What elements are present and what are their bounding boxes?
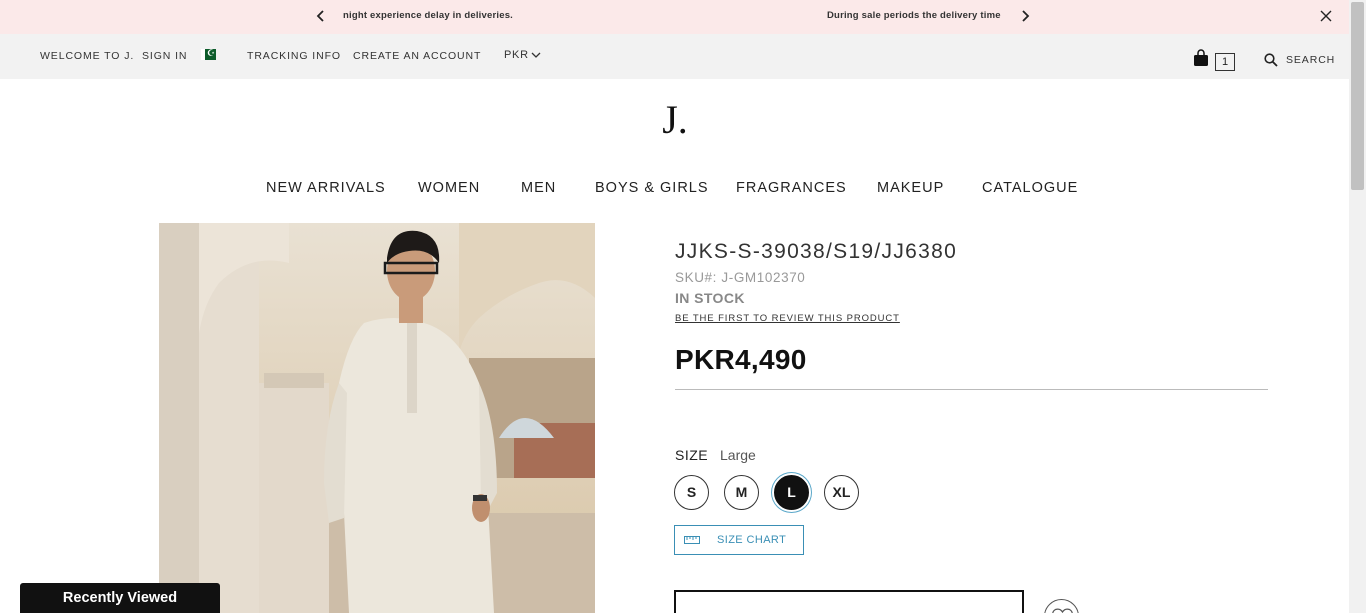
tracking-info-link[interactable]: TRACKING INFO: [247, 50, 341, 62]
nav-makeup[interactable]: MAKEUP: [877, 180, 944, 196]
page-scrollbar[interactable]: [1349, 0, 1366, 613]
size-option-m[interactable]: M: [724, 475, 759, 510]
add-to-cart-button[interactable]: [674, 590, 1024, 613]
product-sku: SKU#: J-GM102370: [675, 270, 806, 285]
stock-status: IN STOCK: [675, 290, 745, 306]
close-announcement-button[interactable]: [1318, 8, 1334, 24]
nav-boys-girls[interactable]: BOYS & GIRLS: [595, 180, 709, 196]
nav-men[interactable]: MEN: [521, 180, 556, 196]
currency-selector[interactable]: PKR: [504, 49, 541, 61]
next-announcement-button[interactable]: [1017, 6, 1033, 26]
product-price: PKR4,490: [675, 344, 807, 375]
ruler-icon: [684, 536, 700, 544]
chevron-down-icon: [531, 52, 541, 59]
write-review-link[interactable]: BE THE FIRST TO REVIEW THIS PRODUCT: [675, 313, 900, 324]
prev-announcement-button[interactable]: [313, 6, 329, 26]
selected-size-value: Large: [720, 447, 756, 463]
nav-women[interactable]: WOMEN: [418, 180, 480, 196]
brand-logo[interactable]: J.: [652, 96, 698, 144]
top-links-bar: WELCOME TO J. SIGN IN TRACKING INFO CREA…: [0, 34, 1349, 79]
chevron-right-icon: [1022, 10, 1030, 22]
size-option-l[interactable]: L: [774, 475, 809, 510]
product-photo: [159, 223, 595, 613]
page: night experience delay in deliveries. Du…: [0, 0, 1366, 613]
shopping-bag-icon[interactable]: [1193, 49, 1209, 67]
size-option-xl[interactable]: XL: [824, 475, 859, 510]
price-divider: [675, 389, 1268, 390]
welcome-text: WELCOME TO J.: [40, 50, 135, 62]
sign-in-link[interactable]: SIGN IN: [142, 50, 187, 62]
close-icon: [1320, 10, 1332, 22]
nav-new-arrivals[interactable]: NEW ARRIVALS: [266, 180, 386, 196]
wishlist-button[interactable]: [1044, 599, 1079, 613]
search-link[interactable]: SEARCH: [1286, 54, 1335, 66]
nav-catalogue[interactable]: CATALOGUE: [982, 180, 1078, 196]
pakistan-flag-icon[interactable]: [201, 47, 216, 60]
cart-count-badge[interactable]: 1: [1215, 53, 1235, 71]
product-image[interactable]: [159, 223, 595, 613]
search-icon[interactable]: [1264, 53, 1278, 67]
announcement-text: During sale periods the delivery time: [827, 10, 1001, 21]
recently-viewed-tab[interactable]: Recently Viewed: [20, 583, 220, 613]
product-title: JJKS-S-39038/S19/JJ6380: [675, 240, 958, 263]
nav-fragrances[interactable]: FRAGRANCES: [736, 180, 847, 196]
size-option-s[interactable]: S: [674, 475, 709, 510]
currency-label: PKR: [504, 49, 529, 61]
announcement-bar: night experience delay in deliveries. Du…: [0, 0, 1349, 34]
chevron-left-icon: [316, 10, 324, 22]
size-chart-button[interactable]: SIZE CHART: [674, 525, 804, 555]
announcement-text: night experience delay in deliveries.: [343, 10, 514, 21]
size-label: SIZE: [675, 447, 709, 463]
create-account-link[interactable]: CREATE AN ACCOUNT: [353, 50, 481, 62]
heart-icon: [1052, 608, 1073, 613]
scrollbar-thumb[interactable]: [1351, 2, 1364, 190]
size-chart-label: SIZE CHART: [717, 534, 787, 546]
